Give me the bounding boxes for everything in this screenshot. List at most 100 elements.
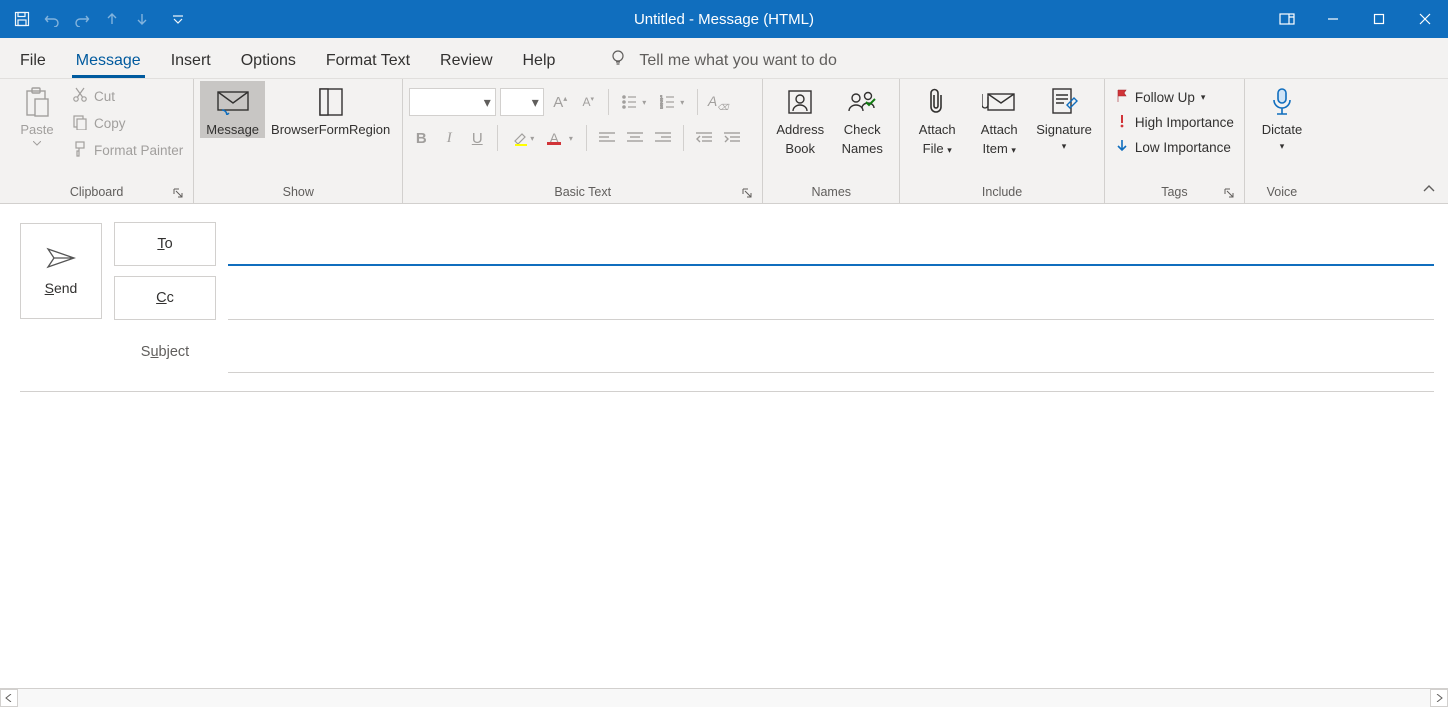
font-size-combo[interactable]: ▾	[500, 88, 544, 116]
lightbulb-icon	[609, 49, 627, 72]
envelope-icon	[216, 85, 250, 119]
copy-button[interactable]: Copy	[68, 112, 187, 135]
attach-item-icon	[982, 85, 1016, 119]
attach-item-button[interactable]: Attach Item ▾	[968, 81, 1030, 158]
attach-item-label-1: Attach	[981, 122, 1018, 138]
clear-formatting-button[interactable]: A⌫	[706, 89, 730, 115]
group-names-label: Names	[811, 185, 851, 199]
browser-form-region-button[interactable]: BrowserFormRegion	[265, 81, 396, 138]
window-title: Untitled - Message (HTML)	[0, 11, 1448, 28]
ribbon-display-options-button[interactable]	[1264, 0, 1310, 38]
minimize-button[interactable]	[1310, 0, 1356, 38]
collapse-ribbon-button[interactable]	[1422, 181, 1436, 197]
low-importance-label: Low Importance	[1135, 140, 1231, 155]
chevron-down-icon: ▾	[1201, 92, 1206, 103]
grow-font-button[interactable]: A▴	[548, 89, 572, 115]
subject-label: Subject	[114, 344, 216, 360]
address-book-button[interactable]: Address Book	[769, 81, 831, 158]
align-left-button[interactable]	[595, 125, 619, 151]
copy-label: Copy	[94, 116, 126, 131]
attach-file-button[interactable]: Attach File ▾	[906, 81, 968, 158]
cc-field[interactable]	[228, 277, 1434, 320]
check-names-label-1: Check	[844, 122, 881, 138]
cut-label: Cut	[94, 89, 115, 104]
follow-up-button[interactable]: Follow Up ▾	[1111, 87, 1238, 108]
horizontal-scrollbar[interactable]	[0, 688, 1448, 707]
increase-indent-button[interactable]	[720, 125, 744, 151]
font-name-combo[interactable]: ▾	[409, 88, 496, 116]
dictate-button[interactable]: Dictate ▾	[1251, 81, 1313, 153]
scroll-left-button[interactable]	[0, 689, 18, 707]
cc-button[interactable]: Cc	[114, 276, 216, 320]
high-importance-button[interactable]: High Importance	[1111, 112, 1238, 133]
message-body[interactable]	[20, 391, 1434, 692]
underline-button[interactable]: U	[465, 125, 489, 151]
group-show: Message BrowserFormRegion Show	[194, 79, 403, 203]
send-button[interactable]: Send	[20, 223, 102, 319]
align-right-button[interactable]	[651, 125, 675, 151]
tab-options[interactable]: Options	[235, 44, 302, 78]
undo-button[interactable]	[38, 5, 66, 33]
prev-item-button[interactable]	[98, 5, 126, 33]
next-item-button[interactable]	[128, 5, 156, 33]
compose-area: Send To Cc Subject	[0, 204, 1448, 692]
maximize-button[interactable]	[1356, 0, 1402, 38]
to-button[interactable]: To	[114, 222, 216, 266]
tell-me-label: Tell me what you want to do	[639, 52, 836, 70]
italic-button[interactable]: I	[437, 125, 461, 151]
format-painter-button[interactable]: Format Painter	[68, 139, 187, 162]
group-names: Address Book Check Names Names	[763, 79, 900, 203]
attach-file-label-2: File ▾	[923, 141, 952, 157]
group-clipboard: Paste Cut Copy Format Painter Clipboard	[0, 79, 194, 203]
paste-button[interactable]: Paste	[6, 81, 68, 146]
svg-text:3: 3	[660, 105, 663, 109]
basic-text-dialog-launcher[interactable]	[740, 187, 754, 201]
scroll-right-button[interactable]	[1430, 689, 1448, 707]
subject-field[interactable]	[228, 330, 1434, 373]
customize-qat-button[interactable]	[164, 5, 192, 33]
attach-file-label-1: Attach	[919, 122, 956, 138]
tab-file[interactable]: File	[14, 44, 52, 78]
cc-label: Cc	[156, 290, 174, 306]
check-names-label-2: Names	[842, 141, 883, 157]
flag-icon	[1115, 89, 1129, 106]
tab-message[interactable]: Message	[70, 44, 147, 78]
chevron-down-icon: ▾	[527, 94, 543, 111]
chevron-down-icon	[33, 141, 41, 146]
dictate-label: Dictate	[1262, 122, 1302, 138]
tell-me-search[interactable]: Tell me what you want to do	[609, 49, 836, 78]
tab-review[interactable]: Review	[434, 44, 498, 78]
font-color-button[interactable]: A▾	[544, 125, 578, 151]
show-message-button[interactable]: Message	[200, 81, 265, 138]
highlight-color-button[interactable]: ▾	[506, 125, 540, 151]
shrink-font-button[interactable]: A▾	[576, 89, 600, 115]
redo-button[interactable]	[68, 5, 96, 33]
tab-help[interactable]: Help	[517, 44, 562, 78]
microphone-icon	[1270, 85, 1294, 119]
check-names-icon	[846, 85, 878, 119]
signature-icon	[1050, 85, 1078, 119]
numbering-button[interactable]: 123▾	[655, 89, 689, 115]
tags-dialog-launcher[interactable]	[1222, 187, 1236, 201]
to-field[interactable]	[228, 222, 1434, 266]
cut-button[interactable]: Cut	[68, 85, 187, 108]
paperclip-icon	[926, 85, 948, 119]
clipboard-dialog-launcher[interactable]	[171, 187, 185, 201]
close-button[interactable]	[1402, 0, 1448, 38]
bold-button[interactable]: B	[409, 125, 433, 151]
chevron-down-icon: ▾	[1280, 141, 1285, 152]
window-controls	[1264, 0, 1448, 38]
tab-insert[interactable]: Insert	[165, 44, 217, 78]
signature-button[interactable]: Signature ▾	[1030, 81, 1098, 153]
save-button[interactable]	[8, 5, 36, 33]
align-center-button[interactable]	[623, 125, 647, 151]
bullets-button[interactable]: ▾	[617, 89, 651, 115]
format-painter-label: Format Painter	[94, 143, 183, 158]
low-importance-button[interactable]: Low Importance	[1111, 137, 1238, 158]
group-clipboard-label: Clipboard	[70, 185, 124, 199]
decrease-indent-button[interactable]	[692, 125, 716, 151]
check-names-button[interactable]: Check Names	[831, 81, 893, 158]
tab-format-text[interactable]: Format Text	[320, 44, 416, 78]
copy-icon	[72, 114, 88, 133]
group-tags: Follow Up ▾ High Importance Low Importan…	[1105, 79, 1245, 203]
